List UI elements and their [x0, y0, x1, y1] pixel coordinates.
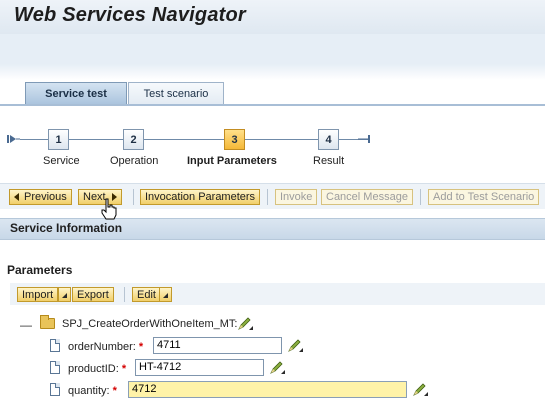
edit-pencil-icon[interactable]: [287, 339, 304, 353]
tab-service-test[interactable]: Service test: [25, 82, 127, 105]
collapse-icon[interactable]: —: [20, 318, 32, 332]
toolbar-separator: [124, 287, 125, 302]
quantity-label-text: quantity:: [68, 385, 110, 397]
cancel-message-button[interactable]: Cancel Message: [321, 189, 413, 205]
previous-label: Previous: [24, 191, 67, 203]
edit-pencil-icon[interactable]: [269, 361, 286, 375]
edit-dropdown-icon[interactable]: [159, 287, 172, 302]
roadmap-step-1-label: Service: [43, 155, 80, 167]
order-number-label-text: orderNumber:: [68, 341, 136, 353]
roadmap-step-2-label: Operation: [110, 155, 159, 167]
page-title: Web Services Navigator: [14, 4, 246, 26]
header-band: [0, 34, 545, 64]
tabs-underline: [0, 104, 545, 106]
parameters-title: Parameters: [7, 263, 73, 277]
hand-cursor-icon: [101, 198, 117, 220]
import-dropdown-icon[interactable]: [58, 287, 71, 302]
edit-pencil-icon[interactable]: [237, 317, 254, 331]
roadmap-step-3[interactable]: 3: [224, 129, 245, 150]
required-mark: *: [138, 341, 144, 353]
import-button[interactable]: Import: [17, 287, 59, 302]
document-icon: [50, 339, 60, 352]
roadmap-step-1[interactable]: 1: [48, 129, 69, 150]
order-number-input[interactable]: 4711: [153, 337, 282, 354]
invoke-button[interactable]: Invoke: [275, 189, 318, 205]
folder-icon: [40, 315, 55, 329]
service-information-title: Service Information: [10, 221, 123, 235]
roadmap-end-icon: [358, 135, 370, 143]
quantity-label: quantity: *: [68, 385, 117, 397]
edit-pencil-icon[interactable]: [412, 383, 429, 397]
roadmap-start-icon: [7, 135, 20, 143]
document-icon: [50, 361, 60, 374]
toolbar-separator: [267, 189, 268, 205]
add-to-test-scenario-button[interactable]: Add to Test Scenario: [428, 189, 540, 205]
order-number-label: orderNumber: *: [68, 341, 143, 353]
roadmap-step-3-label: Input Parameters: [187, 155, 277, 167]
export-button[interactable]: Export: [72, 287, 114, 302]
product-id-label-text: productID:: [68, 363, 119, 375]
roadmap-step-2[interactable]: 2: [123, 129, 144, 150]
required-mark: *: [112, 385, 117, 397]
header-gradient: [0, 64, 545, 80]
required-mark: *: [121, 363, 127, 375]
roadmap-step-4-label: Result: [313, 155, 345, 167]
tab-test-scenario[interactable]: Test scenario: [128, 82, 224, 105]
tree-root-label: SPJ_CreateOrderWithOneItem_MT:: [62, 318, 238, 330]
quantity-input[interactable]: 4712: [128, 381, 407, 398]
product-id-label: productID: *: [68, 363, 126, 375]
previous-button[interactable]: Previous: [9, 189, 72, 205]
invocation-parameters-button[interactable]: Invocation Parameters: [140, 189, 261, 205]
toolbar-separator: [420, 189, 421, 205]
roadmap-step-4[interactable]: 4: [318, 129, 339, 150]
arrow-left-icon: [14, 193, 19, 201]
edit-button[interactable]: Edit: [132, 287, 161, 302]
product-id-input[interactable]: HT-4712: [135, 359, 264, 376]
document-icon: [50, 383, 60, 396]
toolbar-separator: [133, 189, 134, 205]
